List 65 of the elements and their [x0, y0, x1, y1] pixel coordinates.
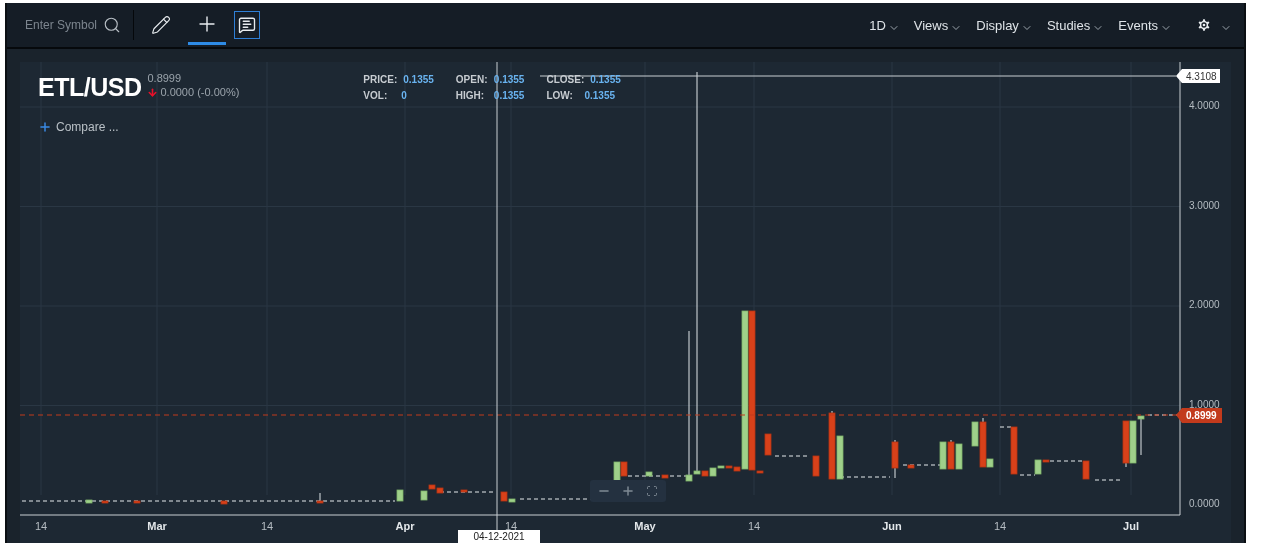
axis-label: Mar	[147, 520, 167, 532]
axis-label: 14	[747, 520, 761, 532]
axis-label: 14	[504, 520, 518, 532]
axis-label: May	[634, 520, 656, 532]
stat-value: 0.1355	[584, 90, 616, 101]
axis-label: 3.0000	[1189, 199, 1220, 211]
axis-label: 14	[34, 520, 48, 532]
axis-label: 14	[993, 520, 1007, 532]
current-price-tag: 0.8999	[1176, 408, 1222, 423]
stat-value: 0	[401, 90, 407, 101]
stat-label: OPEN:	[455, 74, 488, 85]
candle	[645, 471, 653, 477]
price-change: 0.0000 (-0.00%)	[160, 86, 240, 98]
axis-label: Jul	[1123, 520, 1139, 532]
menu-dropdown[interactable]: Display	[976, 16, 1033, 34]
candle	[220, 500, 228, 505]
stat-value: 0.1355	[403, 74, 434, 85]
plus-icon	[621, 484, 635, 498]
stat-label: CLOSE:	[546, 74, 585, 85]
search-icon[interactable]	[103, 16, 121, 34]
axis-label: 14	[260, 520, 274, 532]
compare-button[interactable]: Compare ...	[38, 120, 119, 134]
candle	[133, 500, 141, 504]
stat-label: HIGH:	[455, 90, 486, 101]
candle	[1010, 426, 1018, 475]
crosshair-date-tag: 04-12-2021	[458, 530, 540, 543]
settings-icon	[1196, 17, 1212, 33]
menu-dropdown[interactable]: Events	[1118, 16, 1172, 34]
candle	[891, 439, 899, 479]
axis-label: 1.0000	[1189, 398, 1220, 410]
candle	[460, 489, 468, 493]
candle	[661, 474, 669, 479]
axis-label: 0.0000	[1189, 498, 1220, 509]
comment-tool-button[interactable]	[234, 11, 260, 39]
symbol-title: ETL/USD	[38, 72, 142, 102]
comment-icon	[238, 16, 256, 34]
stat-label: PRICE:	[363, 74, 398, 85]
crosshair-value-tag: 4.3108	[1176, 69, 1220, 83]
candle	[85, 499, 93, 504]
menu-dropdown[interactable]: 1D	[869, 16, 900, 34]
candle	[812, 455, 820, 477]
fullscreen-icon	[646, 485, 658, 497]
candle	[396, 489, 404, 502]
stat-value: 0.1355	[493, 90, 525, 101]
axis-label: 2.0000	[1189, 299, 1220, 310]
stat-label: LOW:	[546, 90, 574, 101]
candle	[1082, 460, 1090, 480]
candle	[907, 464, 915, 469]
axis-label: 4.0000	[1189, 100, 1220, 111]
stat-label: VOL:	[363, 90, 389, 101]
menu-dropdown[interactable]: Views	[913, 16, 963, 34]
axis-label: Apr	[395, 520, 415, 532]
stat-value: 0.1355	[493, 74, 525, 85]
settings-menu[interactable]	[1196, 16, 1232, 34]
plus-icon	[38, 120, 52, 134]
candle	[101, 500, 109, 504]
candle	[764, 433, 772, 456]
pencil-icon	[151, 15, 171, 35]
stat-value: 0.1355	[590, 74, 621, 85]
symbol-search-field[interactable]: Enter Symbol	[25, 18, 97, 32]
candle	[316, 492, 324, 504]
menu-dropdown[interactable]: Studies	[1046, 16, 1105, 34]
down-arrow-icon	[147, 86, 159, 98]
last-price: 0.8999	[147, 72, 183, 84]
axis-label: Jun	[882, 520, 902, 532]
